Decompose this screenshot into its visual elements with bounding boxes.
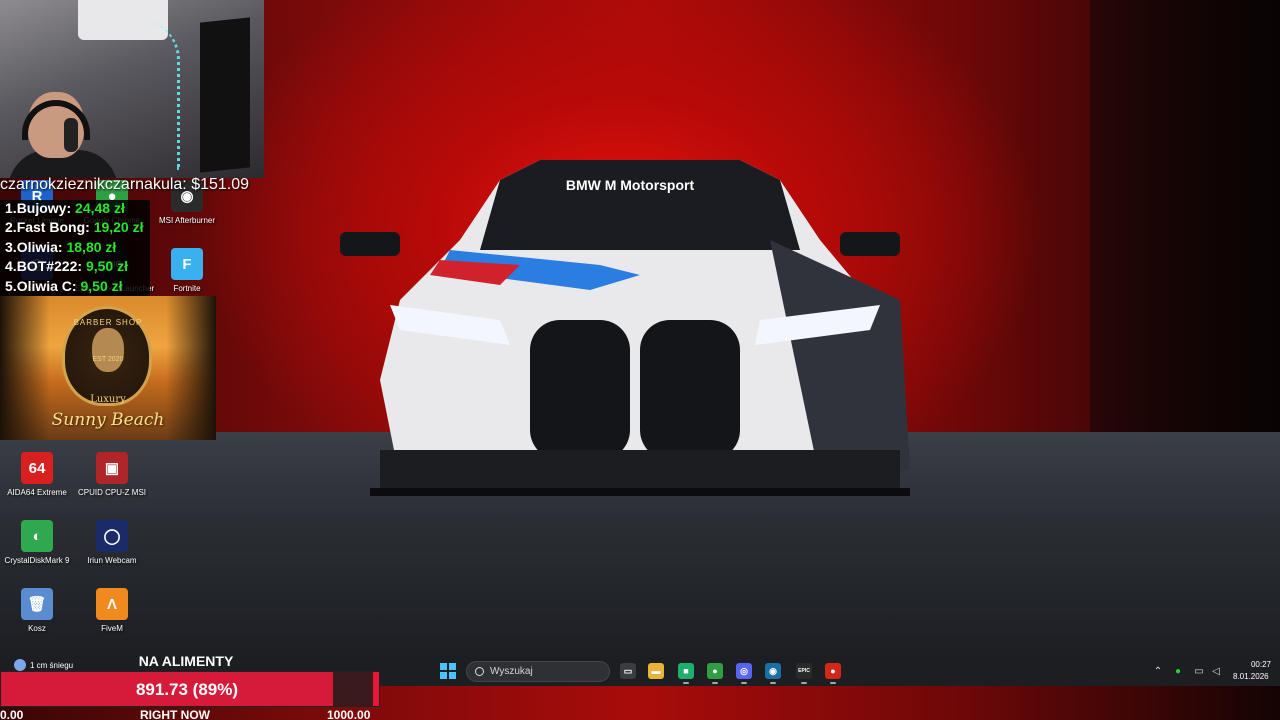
discord-taskbar-icon[interactable]: ◎ bbox=[736, 663, 752, 684]
desktop-icon-iriun-webcam[interactable]: ◯ Iriun Webcam bbox=[75, 520, 149, 565]
donation-name: Bujowy: bbox=[16, 200, 72, 216]
desktop-icon-recycle-bin[interactable]: 🗑 Kosz bbox=[0, 588, 74, 633]
barber-face bbox=[92, 328, 124, 372]
barber-name-text: Sunny Beach bbox=[51, 410, 165, 430]
taskbar-search-box[interactable]: Wyszukaj bbox=[466, 661, 610, 682]
goal-bar-end-marker bbox=[373, 672, 379, 706]
desktop-icon-label: MSI Afterburner bbox=[158, 216, 216, 225]
donation-rank: 4. bbox=[5, 258, 17, 275]
webcam-led-strip bbox=[120, 20, 180, 170]
desktop-icon-label: Fortnite bbox=[173, 284, 201, 293]
svg-text:BMW M Motorsport: BMW M Motorsport bbox=[566, 177, 695, 193]
donation-amount: 18,80 zł bbox=[66, 238, 117, 255]
donation-row: 2.Fast Bong: 19,20 zł bbox=[5, 219, 150, 238]
obs-taskbar-icon[interactable]: ● bbox=[825, 663, 841, 684]
donation-row: 1.Bujowy: 24,48 zł bbox=[5, 200, 150, 219]
donation-leaderboard: 1.Bujowy: 24,48 zł 2.Fast Bong: 19,20 zł 3… bbox=[0, 200, 150, 296]
windows-logo-icon bbox=[449, 663, 456, 670]
microphone-icon[interactable]: ● bbox=[1172, 665, 1184, 677]
fivem-icon: Λ bbox=[96, 588, 128, 620]
desktop-icon-cpuz[interactable]: ▣ CPUID CPU-Z MSI bbox=[75, 452, 149, 497]
volume-icon[interactable]: ◁ bbox=[1210, 665, 1222, 677]
donation-row: 5.Oliwia C: 9,50 zł bbox=[5, 278, 150, 297]
windows-logo-icon bbox=[440, 663, 447, 670]
webcam-microphone bbox=[64, 118, 78, 152]
goal-start-value: 0.00 bbox=[0, 708, 24, 720]
bmw-m4-motorsport-car: BMW M Motorsport bbox=[340, 160, 910, 496]
donation-amount: 9,50 zł bbox=[80, 277, 123, 294]
donation-top-header: czarnokzieznikczarnakula: $151.09 bbox=[0, 176, 250, 193]
desktop-icon-fivem[interactable]: Λ FiveM bbox=[75, 588, 149, 633]
desktop-icon-label: FiveM bbox=[101, 624, 123, 633]
clock-time[interactable]: 00:27 bbox=[1246, 660, 1276, 669]
goal-title: NA ALIMENTY bbox=[138, 653, 234, 669]
steam-taskbar-icon[interactable]: ◉ bbox=[765, 663, 781, 684]
barber-luxury-text: Luxury bbox=[90, 394, 126, 405]
windows-logo-icon bbox=[449, 672, 456, 679]
barber-top-text: BARBER SHOP bbox=[73, 318, 143, 327]
desktop-icon-label: CrystalDiskMark 9 bbox=[4, 556, 70, 565]
donation-rank: 5. bbox=[5, 277, 17, 294]
recycle-bin-icon: 🗑 bbox=[21, 588, 53, 620]
desktop-icon-fortnite[interactable]: F Fortnite bbox=[150, 248, 224, 293]
desktop-icon-label: Iriun Webcam bbox=[87, 556, 137, 565]
wallpaper-dark-panel bbox=[1090, 0, 1280, 432]
donation-rank: 3. bbox=[5, 238, 17, 255]
chrome-taskbar-icon[interactable]: ● bbox=[707, 663, 723, 684]
donation-name: BOT#222: bbox=[16, 258, 83, 275]
task-view-icon[interactable]: ▭ bbox=[620, 663, 636, 679]
network-icon[interactable]: ▭ bbox=[1193, 665, 1205, 677]
donation-rank: 1. bbox=[5, 200, 17, 216]
donation-amount: 9,50 zł bbox=[85, 258, 128, 275]
cpuz-icon: ▣ bbox=[96, 452, 128, 484]
webcam-feed bbox=[0, 0, 264, 178]
iriun-webcam-icon: ◯ bbox=[96, 520, 128, 552]
webcam-monitor bbox=[200, 17, 250, 173]
donation-amount: 19,20 zł bbox=[93, 219, 144, 236]
donation-name: Oliwia C: bbox=[16, 277, 77, 294]
goal-value-text: 891.73 (89%) bbox=[135, 680, 239, 699]
desktop-icon-label: AIDA64 Extreme bbox=[7, 488, 67, 497]
start-button[interactable] bbox=[440, 663, 456, 679]
search-icon bbox=[475, 667, 484, 676]
goal-progress-bar: 891.73 (89%) bbox=[0, 671, 380, 707]
epic-taskbar-icon[interactable]: EPIC bbox=[796, 663, 812, 684]
donation-row: 4.BOT#222: 9,50 zł bbox=[5, 258, 150, 277]
donation-amount: 24,48 zł bbox=[75, 200, 125, 216]
desktop-icon-aida64[interactable]: 64 AIDA64 Extreme bbox=[0, 452, 74, 497]
aida64-icon: 64 bbox=[21, 452, 53, 484]
donation-name: Oliwia: bbox=[16, 238, 63, 255]
crystaldiskmark-icon: ◐ bbox=[21, 520, 53, 552]
goal-end-value: 1000.00 bbox=[327, 708, 371, 720]
donation-row: 3.Oliwia: 18,80 zł bbox=[5, 239, 150, 258]
search-placeholder: Wyszukaj bbox=[490, 666, 533, 677]
barber-shop-banner: BARBER SHOP EST 2020 Luxury Sunny Beach bbox=[0, 296, 216, 440]
donation-name: Fast Bong: bbox=[16, 219, 90, 236]
chevron-up-icon[interactable]: ⌃ bbox=[1152, 665, 1164, 677]
desktop-icon-label: CPUID CPU-Z MSI bbox=[78, 488, 146, 497]
goal-now-label: RIGHT NOW bbox=[140, 708, 210, 720]
desktop-icon-crystaldiskmark[interactable]: ◐ CrystalDiskMark 9 bbox=[0, 520, 74, 565]
xbox-game-bar-icon[interactable]: ■ bbox=[678, 663, 694, 684]
windows-logo-icon bbox=[440, 672, 447, 679]
barber-est-text: EST 2020 bbox=[92, 356, 124, 363]
clock-date[interactable]: 8.01.2026 bbox=[1233, 672, 1269, 681]
fortnite-icon: F bbox=[171, 248, 203, 280]
file-explorer-icon[interactable]: ▬ bbox=[648, 663, 664, 679]
donation-rank: 2. bbox=[5, 219, 17, 236]
desktop-icon-label: Kosz bbox=[28, 624, 46, 633]
